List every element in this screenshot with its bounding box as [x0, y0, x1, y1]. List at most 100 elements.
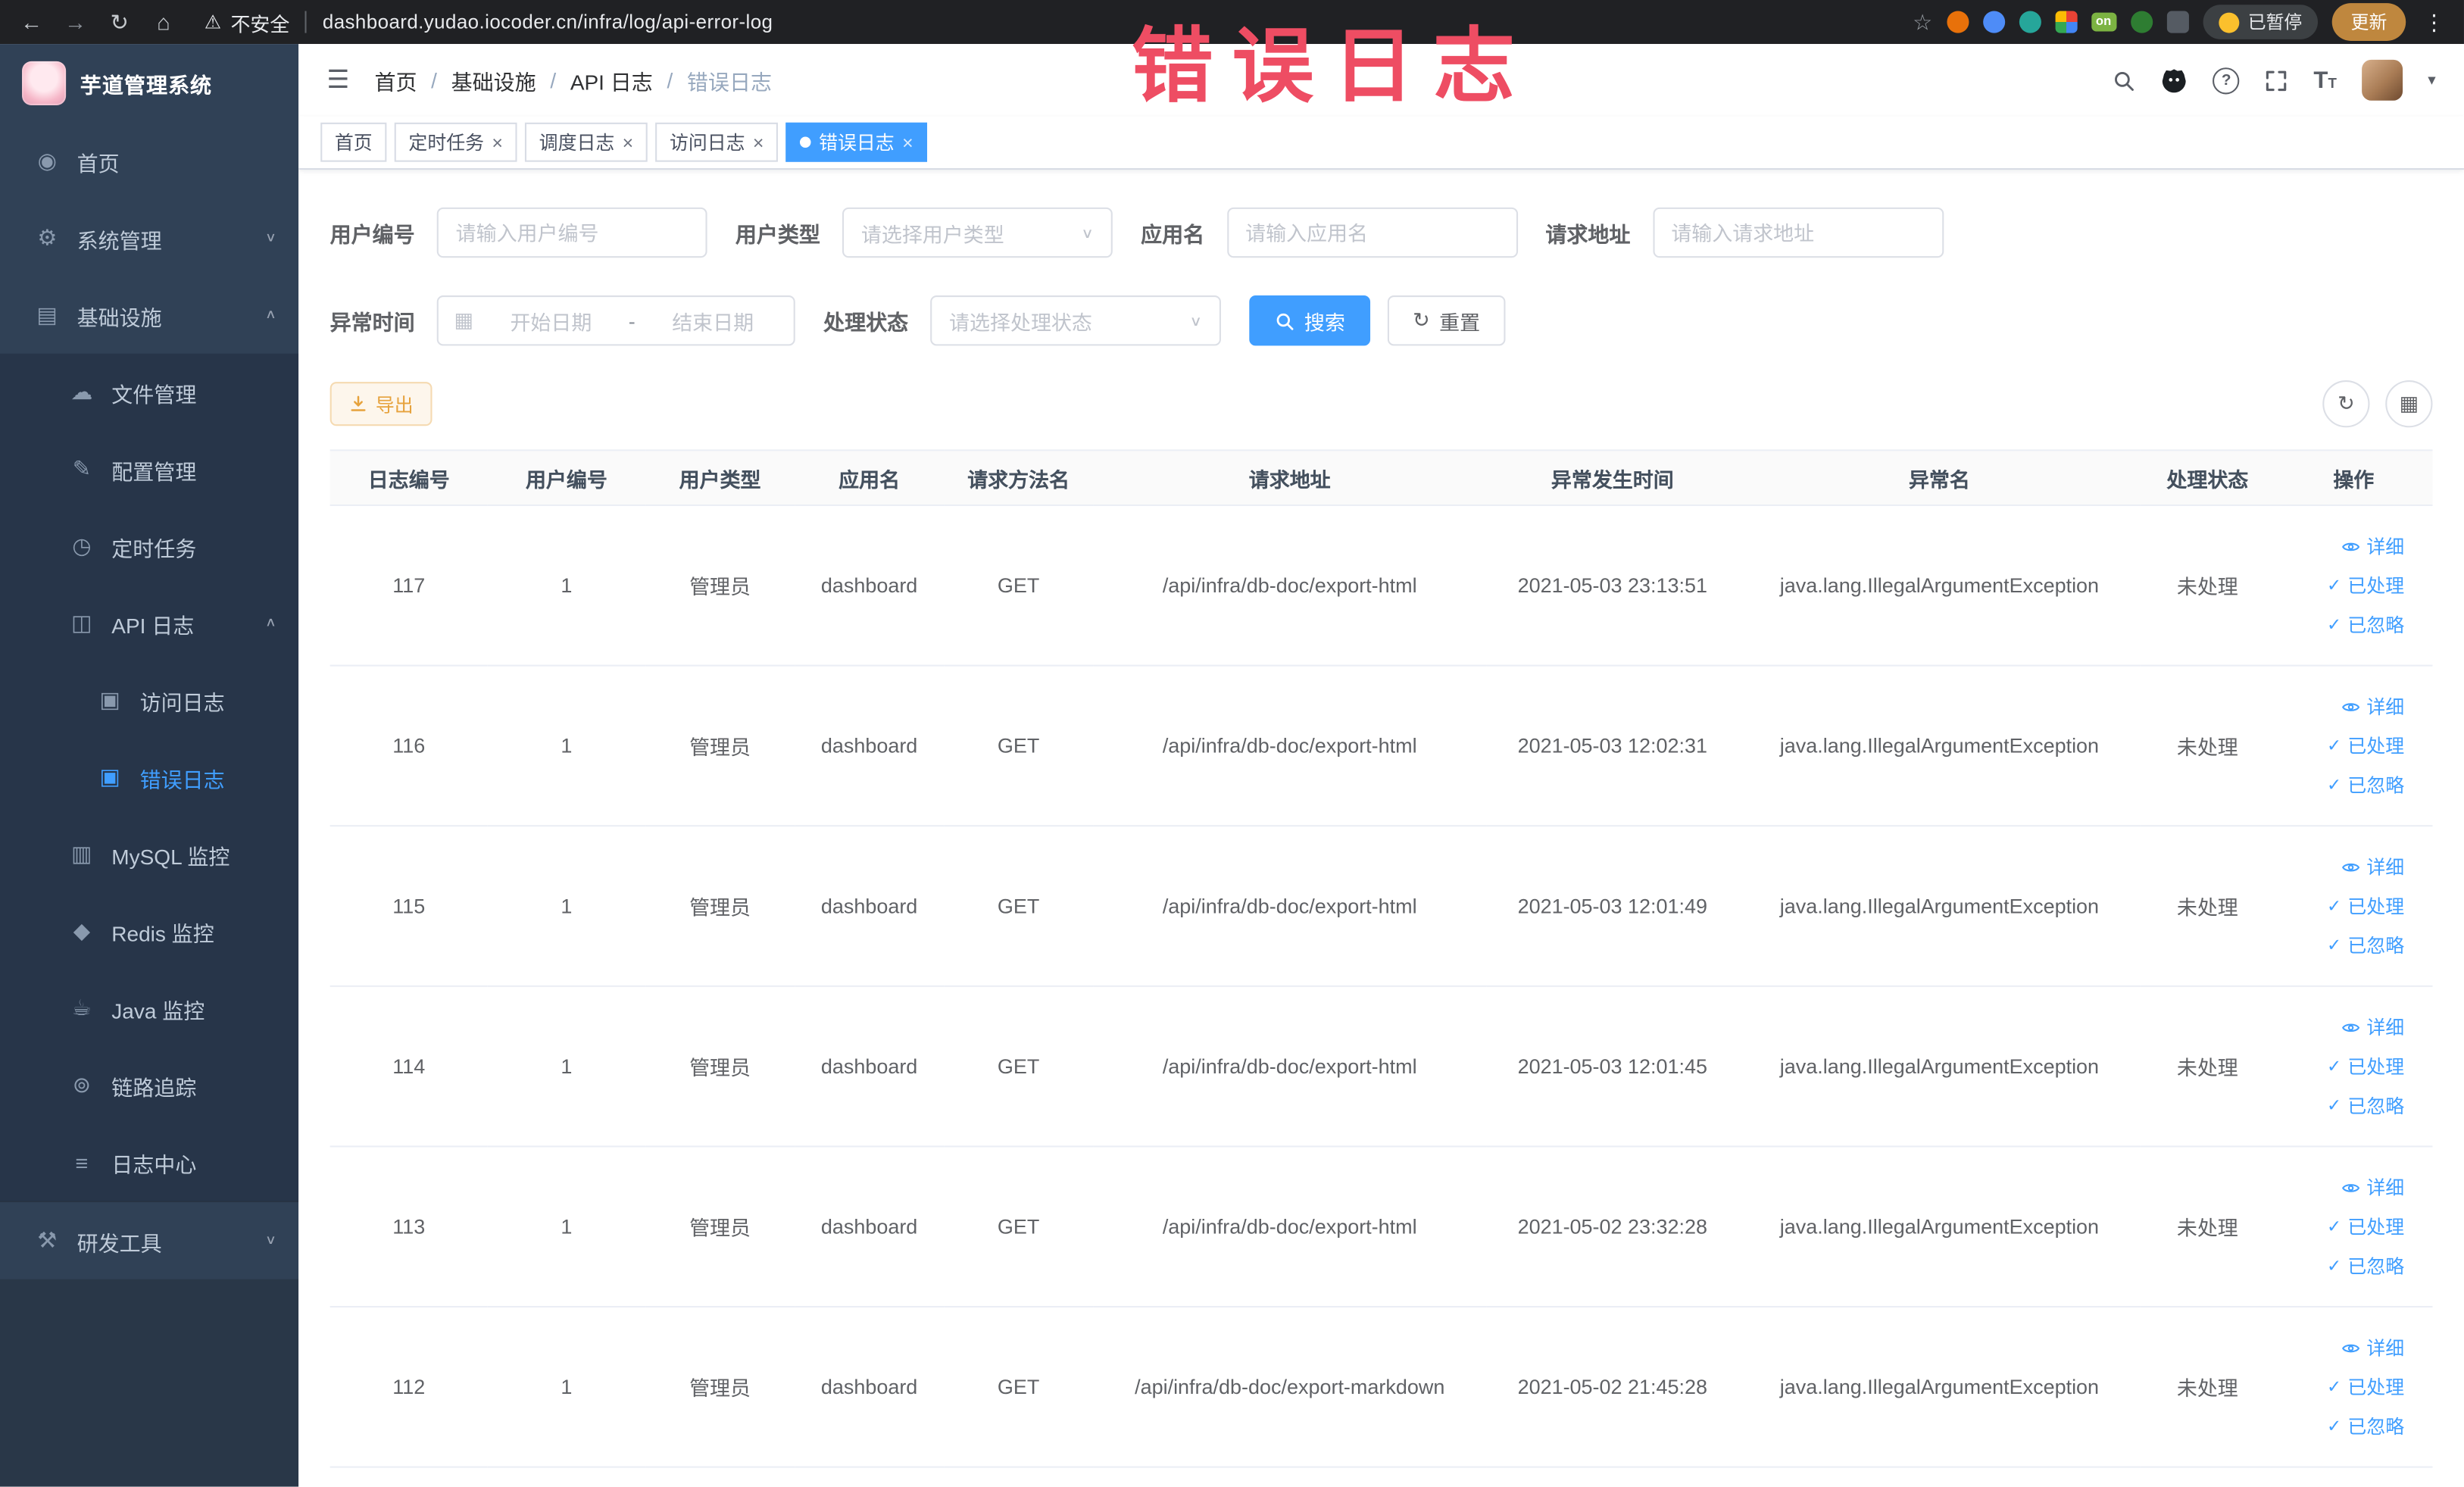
on-badge[interactable]: on — [2091, 12, 2116, 32]
tab-access-log[interactable]: 访问日志 × — [655, 122, 779, 162]
breadcrumb-home[interactable]: 首页 — [374, 64, 417, 95]
mark-ignored-link[interactable]: ✓ 已忽略 — [2281, 765, 2404, 804]
sidebar-item-java-monitor[interactable]: ☕ Java 监控 — [0, 970, 298, 1047]
trace-icon: ⊚ — [72, 1071, 92, 1098]
extension-icon[interactable] — [1946, 11, 1969, 33]
close-icon[interactable]: × — [902, 133, 913, 152]
table-header-row: 日志编号 用户编号 用户类型 应用名 请求方法名 请求地址 异常发生时间 异常名… — [329, 449, 2433, 507]
sidebar-item-scheduled-tasks[interactable]: ◷ 定时任务 — [0, 508, 298, 585]
detail-link[interactable]: 详细 — [2281, 1007, 2404, 1047]
tags-bar: 首页 定时任务 × 调度日志 × 访问日志 × 错误日志 × — [298, 117, 2464, 170]
columns-icon[interactable]: ▦ — [2385, 380, 2433, 428]
help-icon[interactable]: ? — [2213, 67, 2240, 94]
sidebar-item-redis-monitor[interactable]: ◆ Redis 监控 — [0, 892, 298, 970]
table-row: 115 1 管理员 dashboard GET /api/infra/db-do… — [329, 826, 2433, 987]
app-name-input[interactable] — [1226, 207, 1518, 258]
github-icon[interactable] — [2161, 67, 2188, 93]
forward-icon[interactable]: → — [57, 5, 95, 39]
reload-icon[interactable]: ↻ — [101, 5, 139, 39]
process-status-select[interactable]: 请选择处理状态 ∨ — [930, 295, 1221, 346]
sidebar-item-home[interactable]: ◉ 首页 — [0, 123, 298, 200]
sidebar-item-api-log[interactable]: ◫ API 日志 ∧ — [0, 585, 298, 662]
exception-time-cell: 2021-05-03 12:02:31 — [1486, 665, 1739, 827]
detail-link[interactable]: 详细 — [2281, 847, 2404, 886]
request-url-input[interactable] — [1652, 207, 1944, 258]
sidebar-item-link-tracing[interactable]: ⊚ 链路追踪 — [0, 1047, 298, 1124]
user-id-input[interactable] — [436, 207, 707, 258]
calendar-icon: ▦ — [454, 308, 474, 332]
user-id-cell: 1 — [487, 505, 646, 667]
log-id-cell: 116 — [329, 665, 488, 827]
check-icon: ✓ — [2326, 936, 2342, 956]
mark-ignored-link[interactable]: ✓ 已忽略 — [2281, 605, 2404, 645]
export-button[interactable]: 导出 — [329, 382, 433, 426]
mark-ignored-link[interactable]: ✓ 已忽略 — [2281, 926, 2404, 965]
address-bar[interactable]: dashboard.yudao.iocoder.cn/infra/log/api… — [323, 11, 773, 33]
refresh-icon[interactable]: ↻ — [2322, 380, 2370, 428]
hamburger-icon[interactable]: ☰ — [327, 64, 350, 95]
close-icon[interactable]: × — [492, 133, 503, 152]
table-toolbar: 导出 ↻ ▦ — [329, 380, 2433, 428]
date-range-picker[interactable]: ▦ 开始日期 - 结束日期 — [436, 295, 795, 346]
app-name-cell: dashboard — [795, 1146, 945, 1308]
font-size-icon[interactable]: TT — [2313, 67, 2336, 93]
app-logo[interactable]: 芋道管理系统 — [0, 44, 298, 123]
detail-link[interactable]: 详细 — [2281, 687, 2404, 726]
extension-icon[interactable] — [2019, 11, 2041, 33]
tab-schedule-log[interactable]: 调度日志 × — [525, 122, 648, 162]
sidebar-item-system-mgmt[interactable]: ⚙ 系统管理 ∨ — [0, 199, 298, 276]
update-button[interactable]: 更新 — [2331, 3, 2406, 41]
screen: ← → ↻ ⌂ ⚠ 不安全 dashboard.yudao.iocoder.cn… — [0, 0, 2464, 1487]
col-status: 处理状态 — [2140, 449, 2275, 507]
sidebar-item-log-center[interactable]: ≡ 日志中心 — [0, 1123, 298, 1201]
fullscreen-icon[interactable] — [2265, 68, 2288, 92]
method-cell: GET — [944, 1146, 1094, 1308]
sidebar-item-access-log[interactable]: ▣ 访问日志 — [0, 661, 298, 739]
sidebar-item-file-mgmt[interactable]: ☁ 文件管理 — [0, 354, 298, 431]
extension-icon[interactable] — [2130, 11, 2153, 33]
table-row: 112 1 管理员 dashboard GET /api/infra/db-do… — [329, 1307, 2433, 1468]
sidebar-item-error-log[interactable]: ▣ 错误日志 — [0, 739, 298, 816]
sidebar-item-infrastructure[interactable]: ▤ 基础设施 ∧ — [0, 276, 298, 354]
breadcrumb-api-log[interactable]: API 日志 — [570, 64, 653, 95]
mark-processed-link[interactable]: ✓ 已处理 — [2281, 1207, 2404, 1246]
security-chip[interactable]: ⚠ 不安全 — [205, 7, 290, 36]
extension-icon[interactable] — [2054, 11, 2078, 33]
kebab-menu-icon[interactable]: ⋮ — [2423, 8, 2445, 35]
sidebar-item-dev-tools[interactable]: ⚒ 研发工具 ∨ — [0, 1200, 299, 1279]
mark-processed-link[interactable]: ✓ 已处理 — [2281, 1047, 2404, 1086]
chevron-up-icon: ∧ — [264, 308, 277, 323]
tab-error-log[interactable]: 错误日志 × — [785, 122, 928, 162]
extension-icon[interactable] — [2166, 11, 2188, 33]
mark-ignored-link[interactable]: ✓ 已忽略 — [2281, 1086, 2404, 1126]
mark-processed-link[interactable]: ✓ 已处理 — [2281, 1367, 2404, 1407]
mark-ignored-link[interactable]: ✓ 已忽略 — [2281, 1407, 2404, 1446]
user-type-select[interactable]: 请选择用户类型 ∨ — [842, 207, 1113, 258]
filter-row-2: 异常时间 ▦ 开始日期 - 结束日期 处理状态 请选择处理状态 ∨ 搜索 ↻ 重… — [330, 295, 2433, 346]
tab-home[interactable]: 首页 — [320, 122, 387, 162]
search-icon[interactable] — [2113, 68, 2136, 92]
extension-icon[interactable] — [1982, 11, 2005, 33]
caret-down-icon[interactable]: ▾ — [2428, 71, 2435, 89]
home-icon[interactable]: ⌂ — [145, 5, 183, 39]
mark-processed-link[interactable]: ✓ 已处理 — [2281, 566, 2404, 605]
reset-button[interactable]: ↻ 重置 — [1387, 295, 1506, 346]
col-user-id: 用户编号 — [487, 449, 646, 507]
user-avatar[interactable] — [2362, 59, 2403, 101]
sidebar-item-mysql-monitor[interactable]: ▥ MySQL 监控 — [0, 816, 298, 893]
search-button[interactable]: 搜索 — [1249, 295, 1371, 346]
mark-processed-link[interactable]: ✓ 已处理 — [2281, 726, 2404, 765]
detail-link[interactable]: 详细 — [2281, 1328, 2404, 1367]
breadcrumb-infrastructure[interactable]: 基础设施 — [451, 64, 536, 95]
bookmark-star-icon[interactable]: ☆ — [1913, 8, 1932, 35]
detail-link[interactable]: 详细 — [2281, 526, 2404, 566]
tab-scheduled-tasks[interactable]: 定时任务 × — [394, 122, 517, 162]
sidebar-item-config-mgmt[interactable]: ✎ 配置管理 — [0, 430, 298, 508]
close-icon[interactable]: × — [623, 133, 634, 152]
detail-link[interactable]: 详细 — [2281, 1167, 2404, 1207]
mark-ignored-link[interactable]: ✓ 已忽略 — [2281, 1246, 2404, 1286]
back-icon[interactable]: ← — [13, 5, 51, 39]
close-icon[interactable]: × — [753, 133, 764, 152]
mark-processed-link[interactable]: ✓ 已处理 — [2281, 886, 2404, 926]
paused-badge[interactable]: 已暂停 — [2202, 5, 2319, 39]
